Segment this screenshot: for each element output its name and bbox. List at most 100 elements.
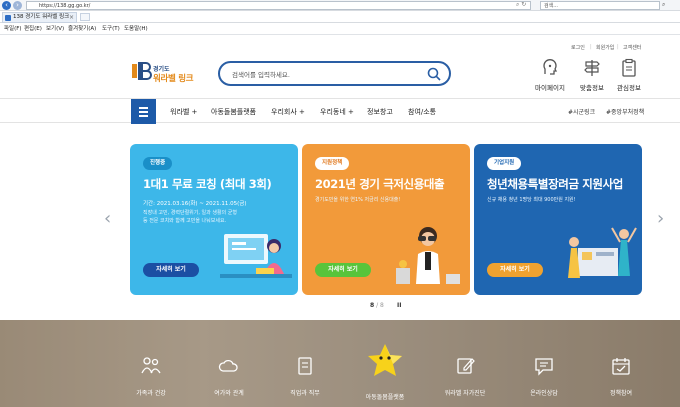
slider-pause-button[interactable]: II — [397, 302, 401, 309]
custom-info-link[interactable]: 맞춤정보 — [575, 58, 609, 92]
business-support-badge: 기업지원 — [487, 157, 522, 170]
gnb-worklife[interactable]: 워라벨 + — [170, 107, 197, 117]
card-description: 경기도민을 위한 연1% 저금리 신용대출! — [315, 197, 401, 203]
binocular-man-illustration — [396, 227, 460, 284]
pager-current: 8 — [370, 302, 375, 309]
browser-search-input[interactable]: 검색... — [540, 1, 660, 10]
browser-address-bar: ‹ › https://138.gg.go.kr/ ⌕ ↻ 검색... ⌕ — [0, 0, 680, 11]
menu-edit[interactable]: 편집(E) — [24, 24, 42, 34]
service-label: 여가와 관계 — [214, 390, 244, 397]
card-title: 2021년 경기 극저신용대출 — [315, 177, 445, 191]
browser-search-icon[interactable]: ⌕ — [662, 1, 665, 9]
slider-pager: 8 / 8 — [370, 302, 384, 309]
gnb-our-company-label: 우리회사 — [271, 108, 297, 116]
back-button[interactable]: ‹ — [2, 1, 11, 10]
menu-view[interactable]: 보기(V) — [46, 24, 64, 34]
interest-info-link[interactable]: 관심정보 — [612, 58, 646, 92]
logo-text-brand: 워라벨 링크 — [153, 74, 194, 84]
user-head-icon — [543, 59, 558, 75]
forward-button[interactable]: › — [13, 1, 22, 10]
gnb-our-town-label: 우리동네 — [320, 108, 346, 116]
laptop-woman-illustration — [220, 234, 292, 278]
card-period: 기간: 2021.03.16(화) ~ 2021.11.05(금) — [143, 201, 247, 207]
pager-total: / 8 — [376, 302, 384, 309]
service-label: 워라벨 자가진단 — [444, 390, 486, 397]
service-job[interactable]: 직업과 직무 — [270, 356, 340, 397]
signpost-icon — [584, 60, 600, 76]
tab-title: 138 경기도 워라벨 링크 — [13, 14, 70, 20]
service-label: 직업과 직무 — [290, 390, 320, 397]
edit-icon — [457, 358, 475, 374]
gnb-info-storage[interactable]: 정보창고 — [367, 107, 393, 117]
service-label: 정책참여 — [609, 390, 633, 397]
search-icon[interactable] — [427, 67, 441, 81]
card-detail-button[interactable]: 자세히 보기 — [143, 263, 199, 277]
close-icon[interactable]: × — [69, 13, 74, 22]
favicon-icon — [5, 15, 11, 21]
new-tab-button[interactable] — [80, 13, 90, 21]
service-online-counsel[interactable]: 온라인상담 — [509, 356, 579, 397]
menu-file[interactable]: 파일(F) — [4, 24, 22, 34]
service-self-diagnosis[interactable]: 워라벨 자가진단 — [430, 356, 500, 397]
gnb-our-company[interactable]: 우리회사 + — [271, 107, 305, 117]
url-field[interactable]: https://138.gg.go.kr/ — [26, 1, 531, 10]
service-label: 온라인상담 — [530, 390, 558, 397]
custom-info-label: 맞춤정보 — [580, 84, 604, 92]
celebrating-youth-illustration — [568, 227, 637, 278]
interest-info-label: 관심정보 — [617, 84, 641, 92]
menu-tools[interactable]: 도구(T) — [102, 24, 120, 34]
divider: | — [617, 44, 619, 50]
service-family-health[interactable]: 가족과 건강 — [116, 356, 186, 397]
help-center-link[interactable]: 고객센터 — [623, 44, 641, 51]
promo-card-youth-hiring[interactable]: 기업지원 청년채용특별장려금 지원사업 신규 채용 청년 1명당 최대 900만… — [474, 144, 642, 295]
gnb-our-town[interactable]: 우리동네 + — [320, 107, 354, 117]
login-link[interactable]: 로그인 — [571, 44, 585, 51]
status-badge: 진행중 — [143, 157, 173, 170]
browser-tab[interactable]: 138 경기도 워라벨 링크 × — [2, 12, 77, 23]
document-icon — [298, 357, 312, 375]
divider: | — [590, 44, 592, 50]
tag-central-policy[interactable]: #중앙부처정책 — [606, 107, 644, 116]
card-title: 청년채용특별장려금 지원사업 — [487, 177, 623, 191]
search-placeholder: 검색어를 입력하세요. — [232, 71, 290, 79]
gnb-worklife-label: 워라벨 — [170, 108, 190, 116]
card-description: 신규 채용 청년 1명당 최대 900만원 지원! — [487, 197, 576, 203]
tab-bar: 138 경기도 워라벨 링크 × — [0, 11, 680, 23]
card-title: 1대1 무료 코칭 (최대 3회) — [143, 177, 272, 191]
card-detail-button[interactable]: 자세히 보기 — [315, 263, 371, 277]
gnb-childcare[interactable]: 아동돌봄플랫폼 — [211, 107, 256, 117]
service-policy-participation[interactable]: 정책참여 — [586, 356, 656, 397]
gnb-participation[interactable]: 참여/소통 — [408, 107, 436, 117]
slider-prev-button[interactable]: ‹ — [104, 210, 111, 228]
refresh-icon[interactable]: ⌕ ↻ — [516, 1, 526, 9]
tag-city-link[interactable]: #시군링크 — [568, 107, 595, 116]
star-mascot-icon — [368, 344, 402, 376]
cloud-sun-icon — [218, 359, 238, 372]
family-icon — [141, 357, 161, 374]
service-label: 가족과 건강 — [136, 390, 166, 397]
logo-icon[interactable] — [130, 60, 152, 82]
chat-bubble-icon — [535, 358, 553, 376]
menu-icon-bar — [139, 107, 148, 109]
menu-toggle-button[interactable] — [131, 99, 156, 124]
policy-badge: 지원정책 — [315, 157, 350, 170]
global-navigation: 워라벨 + 아동돌봄플랫폼 우리회사 + 우리동네 + 정보창고 참여/소통 #… — [0, 98, 680, 124]
site-search-input[interactable]: 검색어를 입력하세요. — [218, 61, 451, 86]
calendar-check-icon — [612, 358, 630, 375]
slider-next-button[interactable]: › — [657, 210, 664, 228]
card-detail-button[interactable]: 자세히 보기 — [487, 263, 543, 277]
service-leisure[interactable]: 여가와 관계 — [194, 356, 264, 397]
mypage-link[interactable]: 마이페이지 — [533, 58, 567, 92]
signup-link[interactable]: 회원가입 — [596, 44, 614, 51]
menu-bar: 파일(F) 편집(E) 보기(V) 즐겨찾기(A) 도구(T) 도움말(H) — [0, 23, 680, 35]
menu-icon-bar — [139, 111, 148, 113]
menu-help[interactable]: 도움말(H) — [124, 24, 148, 34]
promo-card-credit-loan[interactable]: 지원정책 2021년 경기 극저신용대출 경기도민을 위한 연1% 저금리 신용… — [302, 144, 470, 295]
menu-icon-bar — [139, 115, 148, 117]
service-childcare-platform[interactable]: 아동돌봄플랫폼 — [350, 342, 420, 401]
clipboard-icon — [622, 58, 636, 77]
promo-card-coaching[interactable]: 진행중 1대1 무료 코칭 (최대 3회) 기간: 2021.03.16(화) … — [130, 144, 298, 295]
mypage-label: 마이페이지 — [535, 84, 565, 92]
menu-favorites[interactable]: 즐겨찾기(A) — [68, 24, 96, 34]
service-label: 아동돌봄플랫폼 — [365, 394, 405, 401]
